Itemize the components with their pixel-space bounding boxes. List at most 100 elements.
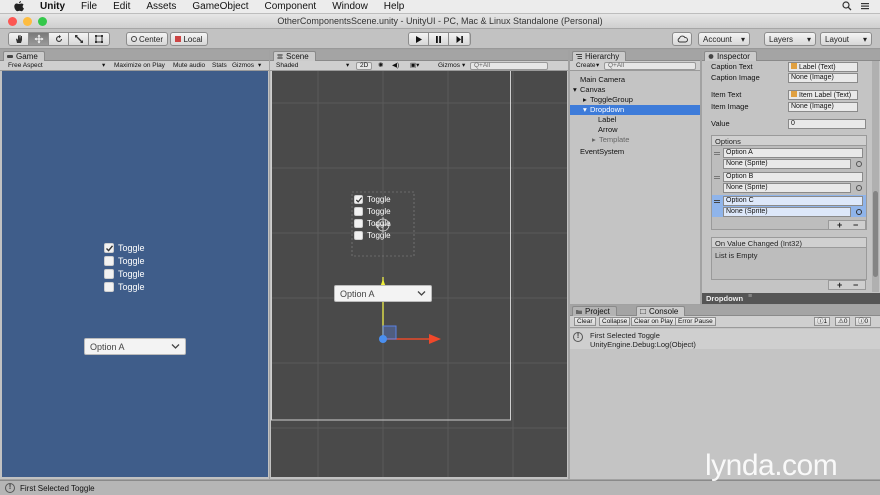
item-text-field[interactable]: Item Label (Text) bbox=[788, 90, 858, 100]
item-image-field[interactable]: None (Image) bbox=[788, 102, 858, 112]
object-picker-icon[interactable] bbox=[856, 161, 862, 167]
hierarchy-item-arrow[interactable]: Arrow bbox=[598, 125, 618, 134]
scene-gizmos-dropdown[interactable]: Gizmos bbox=[438, 62, 460, 70]
scene-dropdown[interactable]: Option A bbox=[334, 285, 432, 302]
hierarchy-item-label[interactable]: Label bbox=[598, 115, 616, 124]
apple-icon[interactable] bbox=[12, 1, 26, 12]
menu-window[interactable]: Window bbox=[332, 1, 368, 12]
clear-button[interactable]: Clear bbox=[574, 317, 596, 326]
tab-hierarchy[interactable]: Hierarchy bbox=[572, 51, 627, 61]
error-pause-button[interactable]: Error Pause bbox=[675, 317, 716, 326]
play-button[interactable] bbox=[409, 33, 429, 45]
option-a-sprite-field[interactable]: None (Sprite) bbox=[723, 159, 851, 169]
toggle-2d-button[interactable]: 2D bbox=[356, 62, 373, 70]
expand-arrow-icon[interactable]: ▾ bbox=[583, 105, 587, 114]
clear-on-play-button[interactable]: Clear on Play bbox=[631, 317, 677, 326]
notification-center-icon[interactable] bbox=[860, 1, 870, 13]
option-c-sprite-field[interactable]: None (Sprite) bbox=[723, 207, 851, 217]
collapse-arrow-icon[interactable]: ▸ bbox=[583, 95, 587, 104]
collapse-arrow-icon[interactable]: ▸ bbox=[592, 135, 596, 144]
hierarchy-item-togglegroup[interactable]: ToggleGroup bbox=[590, 95, 633, 104]
remove-event-button[interactable]: − bbox=[853, 280, 858, 290]
object-picker-icon[interactable] bbox=[856, 209, 862, 215]
hand-tool-button[interactable] bbox=[9, 33, 29, 45]
layers-dropdown[interactable]: Layers ▾ bbox=[764, 32, 816, 46]
pivot-center-button[interactable]: Center bbox=[126, 32, 168, 46]
drag-handle-icon[interactable] bbox=[714, 176, 720, 179]
hierarchy-item-main-camera[interactable]: Main Camera bbox=[580, 75, 625, 84]
tab-scene[interactable]: Scene bbox=[273, 51, 316, 61]
caption-text-field[interactable]: Label (Text) bbox=[788, 62, 858, 72]
pause-button[interactable] bbox=[429, 33, 449, 45]
option-b-sprite-field[interactable]: None (Sprite) bbox=[723, 183, 851, 193]
remove-option-button[interactable]: − bbox=[853, 220, 858, 230]
step-button[interactable] bbox=[449, 33, 469, 45]
aspect-dropdown[interactable]: Free Aspect bbox=[8, 62, 43, 70]
menu-file[interactable]: File bbox=[81, 1, 97, 12]
menu-assets[interactable]: Assets bbox=[146, 1, 176, 12]
spotlight-icon[interactable] bbox=[842, 1, 852, 13]
game-toggle-3[interactable]: Toggle bbox=[104, 269, 145, 279]
menu-help[interactable]: Help bbox=[384, 1, 405, 12]
stats-toggle[interactable]: Stats bbox=[212, 62, 227, 70]
scene-toggle-3[interactable]: Toggle bbox=[354, 219, 391, 228]
scene-lighting-icon[interactable]: ✺ bbox=[378, 62, 383, 70]
hierarchy-item-canvas[interactable]: Canvas bbox=[580, 85, 605, 94]
add-option-button[interactable]: + bbox=[837, 220, 842, 230]
hierarchy-search-input[interactable]: Q+All bbox=[604, 62, 696, 70]
drag-handle-icon[interactable] bbox=[714, 152, 720, 155]
expand-arrow-icon[interactable]: ▾ bbox=[573, 85, 577, 94]
scene-effects-icon[interactable]: ▣▾ bbox=[410, 62, 419, 70]
game-toggle-2[interactable]: Toggle bbox=[104, 256, 145, 266]
game-dropdown[interactable]: Option A bbox=[84, 338, 186, 355]
shading-dropdown[interactable]: Shaded bbox=[276, 62, 298, 70]
menu-unity[interactable]: Unity bbox=[40, 1, 65, 12]
account-dropdown[interactable]: Account ▾ bbox=[698, 32, 750, 46]
game-toggle-4[interactable]: Toggle bbox=[104, 282, 145, 292]
layout-dropdown[interactable]: Layout ▾ bbox=[820, 32, 872, 46]
option-b-text-field[interactable]: Option B bbox=[723, 172, 863, 182]
resize-handle-icon[interactable]: ≡ bbox=[748, 293, 752, 300]
drag-handle-icon[interactable] bbox=[714, 200, 720, 203]
mute-audio-toggle[interactable]: Mute audio bbox=[173, 62, 205, 70]
scene-toggle-2[interactable]: Toggle bbox=[354, 207, 391, 216]
menu-edit[interactable]: Edit bbox=[113, 1, 130, 12]
hierarchy-item-template[interactable]: Template bbox=[599, 135, 629, 144]
caption-image-field[interactable]: None (Image) bbox=[788, 73, 858, 83]
rect-tool-button[interactable] bbox=[89, 33, 109, 45]
option-a-text-field[interactable]: Option A bbox=[723, 148, 863, 158]
object-picker-icon[interactable] bbox=[856, 185, 862, 191]
tab-console[interactable]: Console bbox=[636, 306, 686, 316]
scene-toggle-1[interactable]: Toggle bbox=[354, 195, 391, 204]
value-field[interactable]: 0 bbox=[788, 119, 866, 129]
rotate-tool-button[interactable] bbox=[49, 33, 69, 45]
scene-view-canvas[interactable]: Toggle Toggle Toggle Toggle Option A bbox=[271, 71, 567, 477]
scene-search-input[interactable]: Q+All bbox=[470, 62, 548, 70]
hierarchy-item-dropdown[interactable]: Dropdown bbox=[590, 105, 624, 114]
scene-audio-icon[interactable]: ◀) bbox=[392, 62, 399, 70]
game-view-canvas[interactable]: Toggle Toggle Toggle Toggle Option A bbox=[2, 71, 268, 477]
tab-inspector[interactable]: Inspector bbox=[704, 51, 757, 61]
scale-tool-button[interactable] bbox=[69, 33, 89, 45]
scene-toggle-4[interactable]: Toggle bbox=[354, 231, 391, 240]
maximize-on-play-toggle[interactable]: Maximize on Play bbox=[114, 62, 165, 70]
collapse-button[interactable]: Collapse bbox=[599, 317, 631, 326]
warning-count-toggle[interactable]: ⚠0 bbox=[835, 317, 851, 326]
menu-gameobject[interactable]: GameObject bbox=[192, 1, 248, 12]
error-count-toggle[interactable]: ⓘ0 bbox=[855, 317, 872, 326]
status-text[interactable]: First Selected Toggle bbox=[20, 484, 95, 493]
tab-game[interactable]: Game bbox=[3, 51, 45, 61]
create-dropdown[interactable]: Create bbox=[576, 62, 596, 70]
scrollbar-thumb[interactable] bbox=[873, 191, 878, 277]
menu-component[interactable]: Component bbox=[265, 1, 317, 12]
inspector-scrollbar[interactable] bbox=[872, 61, 879, 292]
console-entry[interactable]: ! First Selected Toggle UnityEngine.Debu… bbox=[570, 329, 880, 349]
gizmos-dropdown[interactable]: Gizmos bbox=[232, 62, 254, 70]
option-c-text-field[interactable]: Option C bbox=[723, 196, 863, 206]
log-count-toggle[interactable]: ⓘ1 bbox=[814, 317, 831, 326]
game-toggle-1[interactable]: Toggle bbox=[104, 243, 145, 253]
collab-cloud-button[interactable] bbox=[672, 32, 692, 46]
hierarchy-item-eventsystem[interactable]: EventSystem bbox=[580, 147, 624, 156]
add-event-button[interactable]: + bbox=[837, 280, 842, 290]
pivot-local-button[interactable]: Local bbox=[170, 32, 208, 46]
